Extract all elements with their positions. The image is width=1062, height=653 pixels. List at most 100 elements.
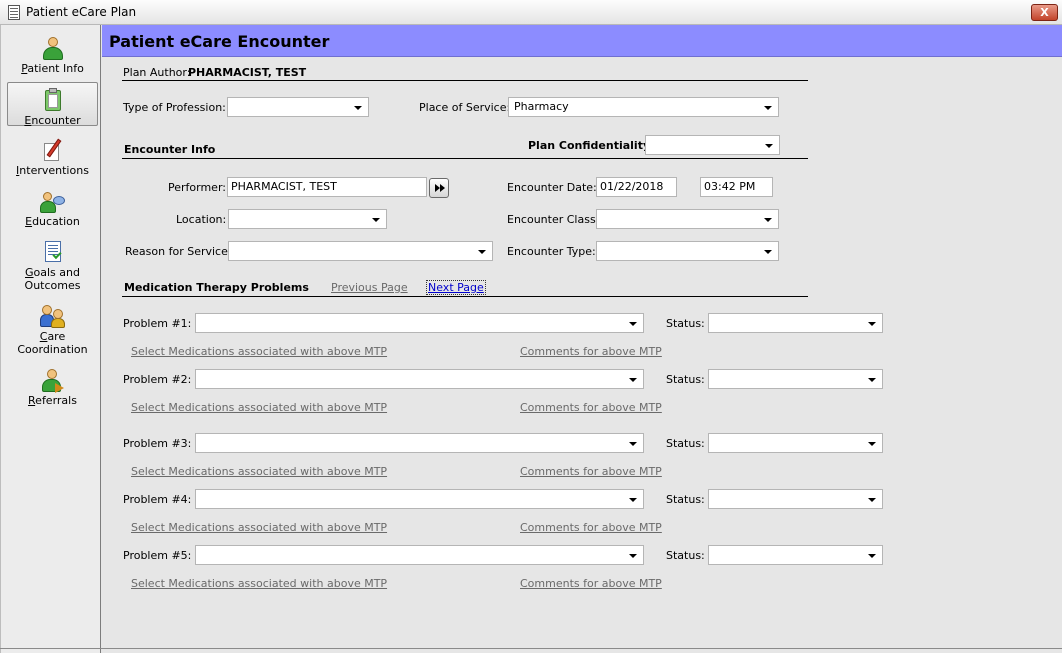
problem-5-label: Problem #5:: [123, 549, 192, 562]
divider: [122, 296, 808, 297]
chevron-down-icon: [868, 442, 876, 446]
chevron-down-icon: [629, 322, 637, 326]
location-dropdown[interactable]: [228, 209, 387, 229]
sidebar-item-label: atient Info: [27, 62, 84, 75]
chevron-down-icon: [629, 378, 637, 382]
plan-confidentiality-label: Plan Confidentiality: [528, 139, 651, 152]
checklist-pen-icon: [40, 137, 66, 163]
sidebar-item-education[interactable]: Education: [7, 184, 98, 228]
problem-2-select-medications-link[interactable]: Select Medications associated with above…: [131, 401, 387, 414]
sidebar-item-goals-and-outcomes[interactable]: Goals and Outcomes: [7, 235, 98, 292]
chevron-down-icon: [868, 498, 876, 502]
place-of-service-dropdown[interactable]: Pharmacy: [508, 97, 779, 117]
performer-field[interactable]: PHARMACIST, TEST: [227, 177, 427, 197]
chevron-down-icon: [868, 378, 876, 382]
problem-4-comments-link[interactable]: Comments for above MTP: [520, 521, 662, 534]
problem-5-dropdown[interactable]: [195, 545, 644, 565]
sidebar: Patient Info Encounter Interventions Edu…: [0, 25, 101, 653]
encounter-date-label: Encounter Date:: [507, 181, 597, 194]
encounter-type-dropdown[interactable]: [596, 241, 779, 261]
sidebar-item-label-line2: Coordination: [17, 343, 88, 356]
problem-3-select-medications-link[interactable]: Select Medications associated with above…: [131, 465, 387, 478]
encounter-class-dropdown[interactable]: [596, 209, 779, 229]
problem-2-comments-link[interactable]: Comments for above MTP: [520, 401, 662, 414]
place-of-service-value: Pharmacy: [514, 100, 569, 113]
plan-confidentiality-dropdown[interactable]: [645, 135, 780, 155]
problem-4-label: Problem #4:: [123, 493, 192, 506]
reason-for-service-label: Reason for Service:: [125, 245, 232, 258]
problem-4-dropdown[interactable]: [195, 489, 644, 509]
profession-dropdown[interactable]: [227, 97, 369, 117]
encounter-date-value: 01/22/2018: [600, 180, 664, 193]
performer-label: Performer:: [168, 181, 226, 194]
problem-5-status-dropdown[interactable]: [708, 545, 883, 565]
problem-1-select-medications-link[interactable]: Select Medications associated with above…: [131, 345, 387, 358]
problem-2-label: Problem #2:: [123, 373, 192, 386]
page-title: Patient eCare Encounter: [109, 32, 330, 51]
location-label: Location:: [176, 213, 227, 226]
chevron-down-icon: [868, 322, 876, 326]
chevron-down-icon: [868, 554, 876, 558]
place-of-service-label: Place of Service:: [419, 101, 511, 114]
encounter-class-label: Encounter Class:: [507, 213, 600, 226]
problem-3-dropdown[interactable]: [195, 433, 644, 453]
profession-label: Type of Profession:: [123, 101, 226, 114]
problem-5-comments-link[interactable]: Comments for above MTP: [520, 577, 662, 590]
divider: [122, 158, 808, 159]
encounter-time-value: 03:42 PM: [704, 180, 756, 193]
problem-4-status-label: Status:: [666, 493, 705, 506]
chevron-down-icon: [372, 218, 380, 222]
sidebar-item-encounter[interactable]: Encounter: [7, 82, 98, 127]
chevron-down-icon: [478, 250, 486, 254]
encounter-time-field[interactable]: 03:42 PM: [700, 177, 773, 197]
education-icon: [39, 188, 66, 214]
sidebar-item-interventions[interactable]: Interventions: [7, 133, 98, 177]
title-bar: Patient eCare Plan X: [0, 0, 1062, 25]
problem-5-select-medications-link[interactable]: Select Medications associated with above…: [131, 577, 387, 590]
clipboard-icon: [40, 87, 66, 113]
plan-author-label: Plan Author:: [123, 66, 191, 79]
reason-for-service-dropdown[interactable]: [228, 241, 493, 261]
plan-author-value: PHARMACIST, TEST: [188, 66, 307, 79]
chevron-down-icon: [629, 442, 637, 446]
problem-1-status-dropdown[interactable]: [708, 313, 883, 333]
sidebar-item-label: oals and: [33, 266, 80, 279]
sidebar-item-label: eferrals: [35, 394, 77, 407]
sidebar-item-label: nterventions: [19, 164, 89, 177]
performer-value: PHARMACIST, TEST: [231, 180, 337, 193]
next-page-link[interactable]: Next Page: [426, 280, 486, 295]
sidebar-item-label: ducation: [32, 215, 80, 228]
problem-4-status-dropdown[interactable]: [708, 489, 883, 509]
goals-icon: [40, 239, 66, 265]
mtp-section-title: Medication Therapy Problems: [124, 281, 309, 294]
sidebar-item-label: are: [47, 330, 66, 343]
page-header: Patient eCare Encounter: [102, 25, 1062, 57]
sidebar-item-care-coordination[interactable]: Care Coordination: [7, 299, 98, 356]
problem-4-select-medications-link[interactable]: Select Medications associated with above…: [131, 521, 387, 534]
problem-2-dropdown[interactable]: [195, 369, 644, 389]
window-title: Patient eCare Plan: [26, 5, 137, 19]
encounter-date-field[interactable]: 01/22/2018: [596, 177, 677, 197]
document-icon: [8, 5, 20, 20]
care-coordination-icon: [39, 303, 66, 329]
window-bottom-border: [0, 648, 1062, 649]
problem-3-comments-link[interactable]: Comments for above MTP: [520, 465, 662, 478]
chevron-down-icon: [765, 144, 773, 148]
sidebar-item-label-key: G: [25, 266, 34, 279]
sidebar-item-referrals[interactable]: Referrals: [7, 363, 98, 407]
problem-1-status-label: Status:: [666, 317, 705, 330]
chevron-down-icon: [629, 498, 637, 502]
sidebar-item-patient-info[interactable]: Patient Info: [7, 31, 98, 75]
divider: [122, 80, 808, 81]
chevron-down-icon: [764, 250, 772, 254]
chevron-down-icon: [629, 554, 637, 558]
problem-2-status-dropdown[interactable]: [708, 369, 883, 389]
problem-3-status-dropdown[interactable]: [708, 433, 883, 453]
chevron-down-icon: [764, 218, 772, 222]
problem-1-dropdown[interactable]: [195, 313, 644, 333]
close-button[interactable]: X: [1031, 4, 1058, 21]
problem-1-comments-link[interactable]: Comments for above MTP: [520, 345, 662, 358]
previous-page-link[interactable]: Previous Page: [331, 281, 408, 294]
main-panel: Patient eCare Encounter Plan Author: PHA…: [102, 25, 1062, 653]
performer-lookup-button[interactable]: [429, 178, 449, 198]
